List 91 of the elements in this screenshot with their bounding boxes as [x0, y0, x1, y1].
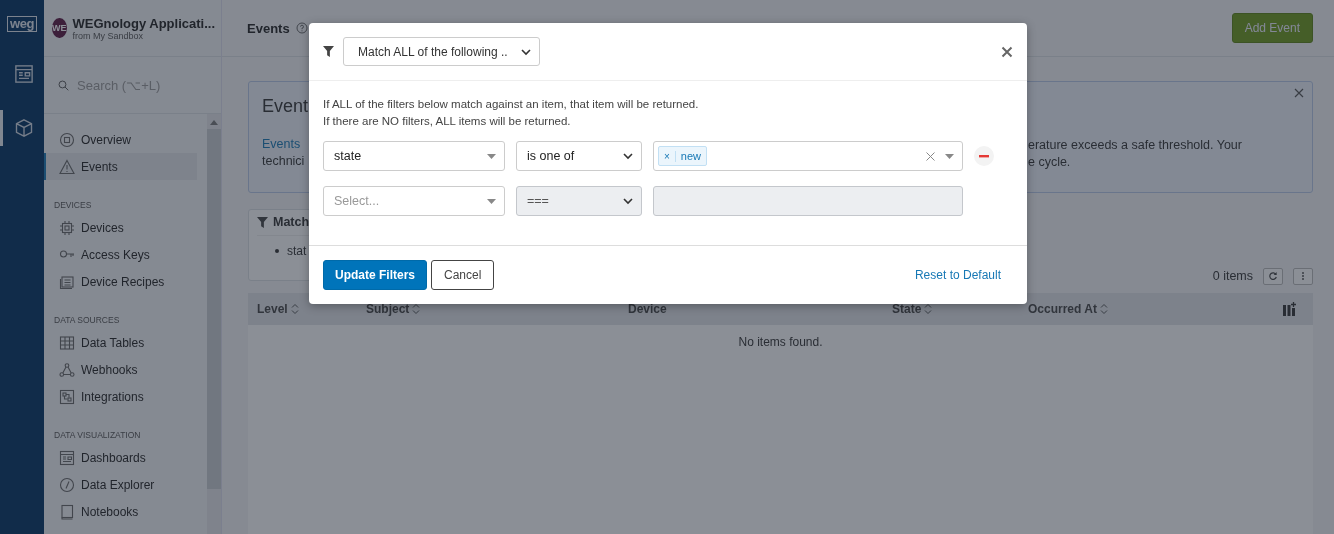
- tag-remove[interactable]: ×: [659, 150, 676, 162]
- nav-label: Data Tables: [81, 335, 145, 350]
- field-select[interactable]: state: [323, 141, 505, 171]
- close-icon[interactable]: [1001, 45, 1013, 58]
- nav-item[interactable]: Events: [44, 153, 197, 180]
- close-icon[interactable]: [1294, 88, 1304, 98]
- section-heading: DATA SOURCES: [54, 315, 121, 325]
- empty-message: No items found.: [738, 335, 823, 349]
- overview-icon: [59, 131, 75, 148]
- nav-item[interactable]: Device Recipes: [44, 268, 197, 295]
- nav-item[interactable]: Webhooks: [44, 356, 197, 383]
- chevron-down-icon: [521, 47, 531, 56]
- nav-item[interactable]: Data Tables: [44, 329, 197, 356]
- column-header[interactable]: Occurred At: [1028, 302, 1108, 316]
- chevron-down-icon: [623, 152, 633, 160]
- nav-label: Webhooks: [81, 362, 138, 377]
- notebook-icon: [59, 503, 75, 520]
- nav-label: Integrations: [81, 389, 144, 404]
- app-subtitle: from My Sandbox: [72, 30, 144, 41]
- info-link[interactable]: Events: [262, 136, 301, 153]
- warning-icon: [59, 158, 75, 175]
- item-count: 0 items: [1212, 269, 1253, 283]
- column-header[interactable]: Level: [257, 302, 299, 316]
- dashboard-icon: [13, 64, 34, 84]
- filter-summary-title: Match: [273, 215, 310, 229]
- help-text: If ALL of the filters below match against an item, that item will be returned.: [323, 97, 700, 112]
- info-text: erature exceeds a safe threshold. Your: [1027, 137, 1242, 154]
- app-avatar: WE: [52, 18, 67, 38]
- integration-icon: [59, 388, 75, 405]
- sort-icon[interactable]: [924, 303, 933, 315]
- help-icon[interactable]: [295, 22, 308, 34]
- nav-label: Access Keys: [81, 247, 150, 262]
- document-icon: [59, 273, 75, 290]
- nav-label: Data Explorer: [81, 477, 155, 492]
- remove-button[interactable]: [974, 146, 994, 166]
- nav-label: Events: [81, 159, 118, 174]
- funnel-icon: [323, 46, 334, 57]
- grid-icon: [59, 334, 75, 351]
- nav-label: Overview: [81, 132, 131, 147]
- nav-item[interactable]: Integrations: [44, 383, 197, 410]
- cancel-button[interactable]: Cancel: [431, 260, 495, 290]
- bullet-icon: [275, 249, 279, 253]
- funnel-icon: [257, 216, 268, 228]
- more-button[interactable]: [1293, 267, 1313, 285]
- column-header[interactable]: Device: [628, 302, 667, 316]
- nav-item[interactable]: Devices: [44, 214, 197, 241]
- value-select[interactable]: × new: [653, 141, 963, 171]
- column-header[interactable]: Subject: [366, 302, 421, 316]
- nav-label: Device Recipes: [81, 274, 165, 289]
- cube-icon: [13, 118, 34, 138]
- nav-item[interactable]: Data Explorer: [44, 471, 197, 498]
- section-heading: DEVICES: [54, 200, 93, 210]
- page-title: Events: [247, 20, 290, 36]
- scroll-up-icon[interactable]: [210, 120, 218, 125]
- refresh-icon: [1268, 271, 1278, 281]
- reset-link[interactable]: Reset to Default: [914, 268, 1001, 282]
- caret-icon: [487, 198, 496, 204]
- nav-item[interactable]: Access Keys: [44, 241, 197, 268]
- nav-label: Dashboards: [81, 450, 146, 465]
- nav-item[interactable]: Dashboards: [44, 444, 197, 471]
- search-icon: [58, 77, 69, 93]
- minus-icon: [979, 154, 989, 158]
- app-name[interactable]: WEGnology Applicati...: [72, 15, 216, 31]
- logo[interactable]: weg: [7, 16, 37, 32]
- sort-icon[interactable]: [412, 303, 421, 315]
- update-filters-button[interactable]: Update Filters: [323, 260, 427, 290]
- webhook-icon: [59, 361, 75, 378]
- section-heading: DATA VISUALIZATION: [54, 430, 142, 440]
- refresh-button[interactable]: [1263, 267, 1283, 285]
- nav-label: Devices: [81, 220, 124, 235]
- help-text: If there are NO filters, ALL items will be returned.: [323, 114, 572, 129]
- info-heading: Event: [262, 96, 309, 117]
- columns-icon[interactable]: [1283, 302, 1297, 316]
- nav-item[interactable]: Overview: [44, 126, 197, 153]
- clear-icon[interactable]: [926, 151, 935, 161]
- scrollbar[interactable]: [207, 114, 221, 534]
- column-header[interactable]: State: [892, 302, 933, 316]
- operator-select[interactable]: is one of: [516, 141, 642, 171]
- filter-summary-item: stat: [287, 244, 307, 258]
- compass-icon: [59, 476, 75, 493]
- dashboard-icon: [59, 449, 75, 466]
- info-text: e cycle.: [1027, 154, 1072, 171]
- caret-icon[interactable]: [945, 153, 954, 159]
- tag-label: new: [679, 150, 703, 162]
- chevron-down-icon: [623, 197, 633, 205]
- nav-label: Notebooks: [81, 504, 139, 519]
- chip-icon: [59, 219, 75, 236]
- nav-item[interactable]: Notebooks: [44, 498, 197, 525]
- caret-icon: [487, 153, 496, 159]
- match-mode-select[interactable]: Match ALL of the following ..: [343, 37, 540, 66]
- info-text: technici: [262, 153, 305, 170]
